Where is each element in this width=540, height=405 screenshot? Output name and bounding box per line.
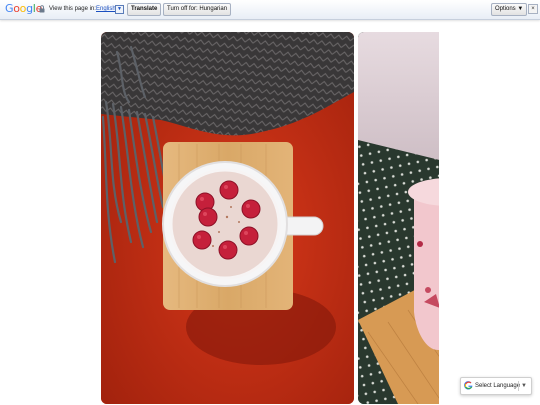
gallery-photo-pink-cup[interactable] (358, 32, 439, 404)
lock-icon (39, 5, 45, 13)
translate-button[interactable]: Translate (127, 3, 162, 16)
language-link[interactable]: English (96, 5, 116, 14)
google-logo: Google (5, 2, 43, 15)
close-icon[interactable]: × (528, 4, 538, 14)
translate-bar: Google View this page in: English ▼ Tran… (0, 0, 540, 20)
options-button[interactable]: Options ▼ (491, 3, 528, 16)
select-language-label: Select Language (475, 383, 521, 389)
language-dropdown-icon[interactable]: ▼ (115, 5, 124, 14)
gallery-photo-latte[interactable] (101, 32, 354, 404)
chevron-down-icon: ▼ (521, 383, 527, 389)
turn-off-button[interactable]: Turn off for: Hungarian (163, 3, 232, 16)
divider (518, 381, 519, 391)
latte-photo-image (101, 32, 354, 404)
google-g-icon (464, 381, 473, 390)
pink-cup-photo-image (358, 32, 439, 404)
select-language-dropdown[interactable]: Select Language ▼ (460, 377, 532, 395)
view-page-label: View this page in: (49, 6, 96, 12)
photo-gallery (101, 32, 439, 404)
